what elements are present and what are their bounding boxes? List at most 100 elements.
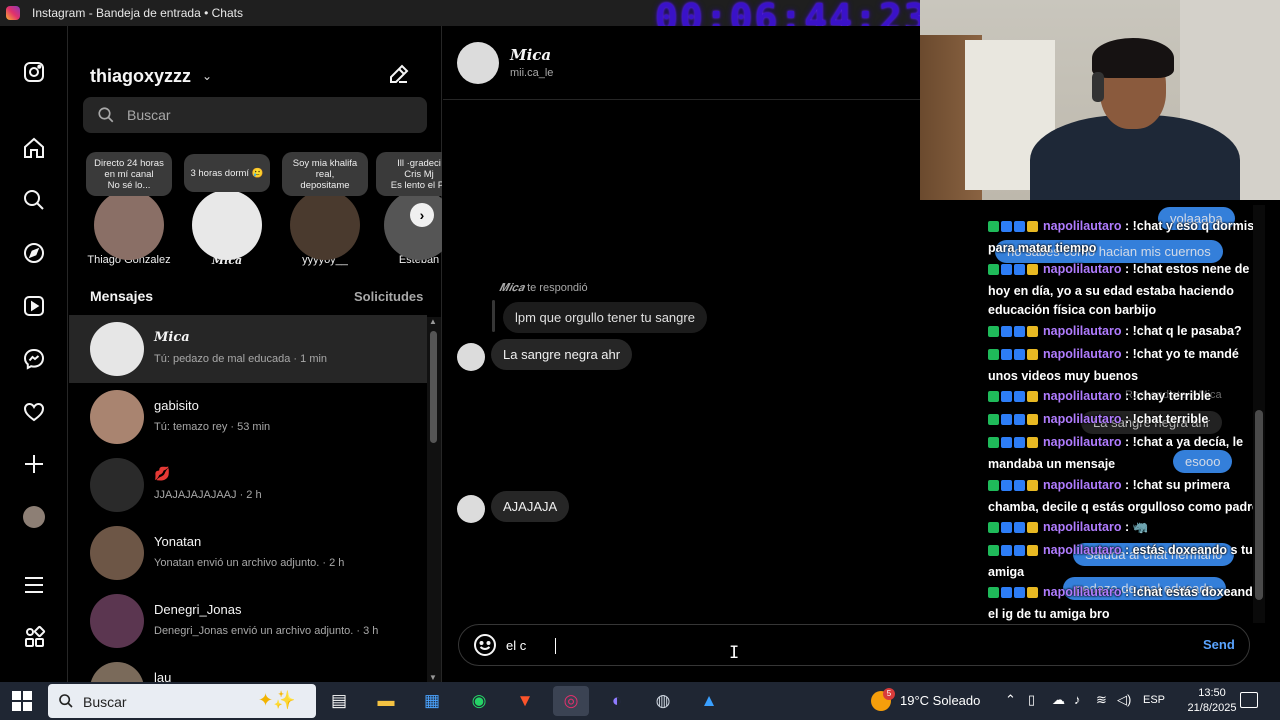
apps-icon[interactable] [21, 624, 47, 650]
taskbar-search-box[interactable]: Buscar ✦✨ [48, 684, 316, 718]
chat-username: napolilautaro [1043, 543, 1122, 557]
conversation-row[interactable]: Denegri_Jonas Denegri_Jonas envió un arc… [69, 587, 427, 655]
cloud-icon[interactable]: ☁ [1052, 692, 1065, 708]
messages-heading: Mensajes [90, 288, 154, 304]
photos-icon[interactable]: ▲ [691, 686, 727, 716]
taskbar-search-placeholder: Buscar [83, 694, 127, 710]
chevron-right-icon[interactable]: › [410, 203, 434, 227]
chat-badges-icon [988, 219, 1040, 239]
conversation-preview: JJAJAJAJAJAAJ · 2 h [154, 489, 262, 501]
scrollbar-thumb[interactable] [1255, 410, 1263, 600]
plus-icon[interactable] [21, 451, 47, 477]
file-explorer-icon[interactable]: ▬ [368, 686, 404, 716]
scroll-down-arrow-icon[interactable]: ▼ [429, 673, 437, 682]
webcam-headset [1092, 72, 1104, 102]
profile-avatar-icon[interactable] [21, 504, 47, 530]
windows-start-icon[interactable] [12, 691, 32, 711]
chat-badges-icon [988, 324, 1040, 344]
avatar [90, 458, 144, 512]
conversation-scrollbar[interactable]: ▲ ▼ [427, 317, 441, 682]
requests-link[interactable]: Solicitudes [354, 289, 423, 304]
chat-badges-icon [988, 520, 1040, 540]
stream-chat-scrollbar[interactable] [1253, 205, 1265, 623]
search-icon[interactable] [21, 187, 47, 213]
chat-contact-name[interactable]: 𝑴𝒊𝒄𝒂 [510, 46, 551, 64]
new-message-icon[interactable] [387, 62, 411, 86]
chat-username: napolilautaro [1043, 389, 1122, 403]
note-bubble: Soy mia khalifa real, depositame [282, 152, 368, 196]
whatsapp-icon[interactable]: ◉ [461, 686, 497, 716]
language-indicator[interactable]: ESP [1143, 694, 1165, 706]
chat-badges-icon [988, 262, 1040, 282]
chat-badges-icon [988, 347, 1040, 367]
avatar[interactable] [457, 42, 499, 84]
inbox-search-input[interactable]: Buscar [83, 97, 427, 133]
message-bubble[interactable]: AJAJAJA [491, 491, 570, 522]
conversation-row[interactable]: 𝑴𝒊𝒄𝒂 Tú: pedazo de mal educada · 1 min [69, 315, 427, 383]
message-input[interactable]: el c [506, 638, 526, 653]
send-button[interactable]: Send [1203, 637, 1235, 652]
message-composer[interactable]: el c Send [458, 624, 1250, 666]
avatar [290, 190, 360, 260]
chevron-up-icon[interactable]: ⌃ [1005, 692, 1016, 708]
store-icon[interactable]: ▦ [414, 686, 450, 716]
instagram-taskbar-icon[interactable]: ◎ [553, 686, 589, 716]
conversation-name: 💋 [154, 466, 171, 481]
chat-username: napolilautaro [1043, 435, 1122, 449]
text-caret [555, 638, 556, 654]
conversation-preview: Denegri_Jonas envió un archivo adjunto. … [154, 625, 379, 637]
task-view-icon[interactable]: ▤ [321, 686, 357, 716]
chat-text: 🦏 [1132, 520, 1149, 534]
brave-browser-icon[interactable]: ▼ [507, 686, 543, 716]
conversation-name: Denegri_Jonas [154, 602, 242, 617]
avatar [90, 322, 144, 376]
chat-line: napolilautaro : !chat yo te mandé unos v… [988, 347, 1239, 383]
chat-username: napolilautaro [1043, 347, 1122, 361]
emoji-icon[interactable] [473, 633, 497, 657]
messenger-icon[interactable] [21, 346, 47, 372]
wifi-icon[interactable]: ≋ [1096, 692, 1107, 708]
quoted-message-bubble[interactable]: lpm que orgullo tener tu sangre [503, 302, 707, 333]
reels-icon[interactable] [21, 293, 47, 319]
taskbar-clock[interactable]: 13:50 21/8/2025 [1186, 686, 1238, 716]
home-icon[interactable] [21, 135, 47, 161]
chat-username: napolilautaro [1043, 324, 1122, 338]
volume-icon[interactable]: ◁) [1117, 692, 1131, 708]
instagram-logo-icon[interactable] [21, 59, 47, 85]
reply-indicator-bar [492, 300, 495, 332]
obs-icon[interactable]: ◍ [645, 686, 681, 716]
conversation-preview: Tú: temazo rey · 53 min [154, 421, 271, 433]
note-bubble: Directo 24 horas en mí canal No sé lo... [86, 152, 172, 196]
window-title: Instagram - Bandeja de entrada • Chats [32, 6, 243, 20]
conversation-name: 𝑴𝒊𝒄𝒂 [154, 330, 190, 345]
chat-badges-icon [988, 478, 1040, 498]
message-bubble[interactable]: La sangre negra ahr [491, 339, 633, 370]
avatar [384, 190, 442, 260]
chat-line: napolilautaro : !chat a ya decía, le man… [988, 435, 1244, 471]
scrollbar-thumb[interactable] [430, 331, 437, 443]
conversation-row[interactable]: 💋 JJAJAJAJAJAAJ · 2 h [69, 451, 427, 519]
inbox-panel: thiagoxyzzz ⌄ Buscar Directo 24 horas en… [69, 26, 442, 682]
reply-context-name: 𝑴𝒊𝒄𝒂 [499, 281, 525, 294]
scroll-up-arrow-icon[interactable]: ▲ [429, 317, 437, 326]
heart-icon[interactable] [21, 399, 47, 425]
chat-line: napolilautaro : !chay terrible [988, 387, 1271, 409]
menu-icon[interactable] [21, 572, 47, 598]
account-username[interactable]: thiagoxyzzz [90, 66, 191, 87]
conversation-row[interactable]: Yonatan Yonatan envió un archivo adjunto… [69, 519, 427, 587]
chat-line: napolilautaro : estás doxeando s tu amig… [988, 543, 1253, 579]
device-icon[interactable]: ▯ [1028, 692, 1035, 708]
chat-text: !chay terrible [1132, 389, 1212, 403]
clock-time: 13:50 [1198, 687, 1226, 699]
discord-icon[interactable]: ◐ [599, 686, 635, 716]
notifications-icon[interactable] [1240, 692, 1258, 708]
explore-icon[interactable] [21, 240, 47, 266]
conversation-row[interactable]: lau [69, 655, 427, 682]
microphone-icon[interactable]: ♪ [1074, 692, 1081, 707]
chevron-down-icon[interactable]: ⌄ [202, 69, 212, 83]
avatar [94, 190, 164, 260]
weather-text[interactable]: 19°C Soleado [900, 693, 980, 708]
chat-badges-icon [988, 389, 1040, 409]
reply-context-label: 𝑴𝒊𝒄𝒂 te respondió [499, 281, 588, 295]
conversation-row[interactable]: gabisito Tú: temazo rey · 53 min [69, 383, 427, 451]
